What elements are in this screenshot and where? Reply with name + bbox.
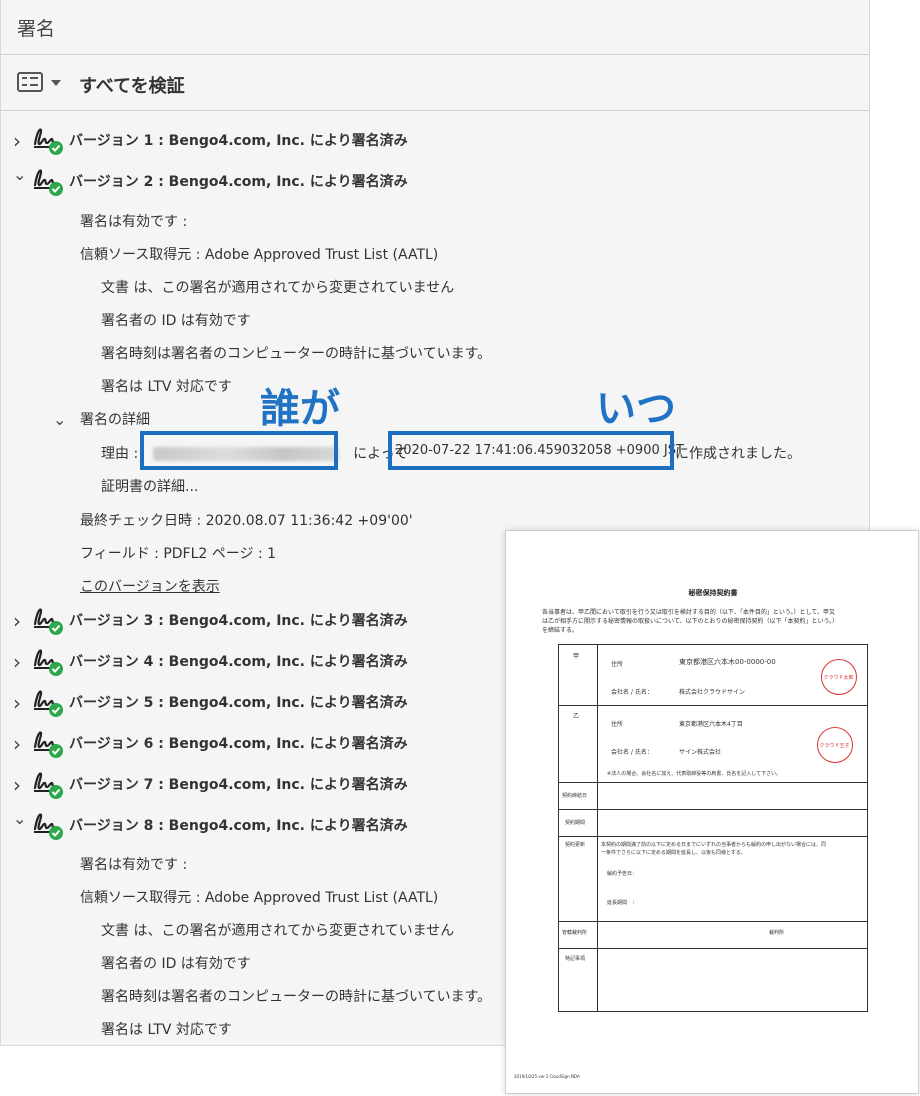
document-unchanged: 文書 は、この署名が適用されてから変更されていません [101,923,455,939]
chevron-right-icon[interactable]: › [13,650,21,674]
certificate-details-link[interactable]: 証明書の詳細... [101,476,198,496]
version-row[interactable]: ⌄ バージョン 2 : Bengo4.com, Inc. により署名済み [1,165,869,197]
chevron-right-icon[interactable]: › [13,773,21,797]
version-label: バージョン 6 : Bengo4.com, Inc. により署名済み [69,736,408,752]
address-label: 住所 [611,661,624,668]
party-b-company: サイン株式会社 [679,749,722,756]
document-preview: 秘密保持契約書 各当事者は、甲乙間において取引を行う又は取引を検討する目的（以下… [505,530,919,1094]
renewal-text: 一条件でさらに以下に定める期間を延長し、以後も同様とする。 [601,850,746,856]
party-a-label: 甲 [573,653,580,660]
contract-date-label: 契約締結日 [562,793,588,799]
signature-valid-icon [33,772,63,799]
panel-title: 署名 [17,18,56,40]
version-label: バージョン 2 : Bengo4.com, Inc. により署名済み [69,174,408,190]
trust-source: 信頼ソース取得元 : Adobe Approved Trust List (AA… [80,247,439,263]
signature-details-toggle[interactable]: 署名の詳細 [80,409,150,429]
document-title: 秘密保持契約書 [688,589,738,597]
version-label: バージョン 7 : Bengo4.com, Inc. により署名済み [69,777,408,793]
signature-valid-icon [33,690,63,717]
document-intro: は乙が相手方に開示する秘密情報の取扱いについて、以下のとおりの秘密保持契約（以下… [542,618,839,625]
ltv-enabled: 署名は LTV 対応です [101,379,232,395]
party-b-label: 乙 [573,713,580,720]
renewal-notice: 解約予告日： [607,871,638,877]
party-note: ※法人の場合、会社名に加え、代表取締役等の肩書、氏名を記入して下さい。 [607,771,782,777]
company-label: 会社名 / 氏名： [611,689,653,696]
document-unchanged: 文書 は、この署名が適用されてから変更されていません [101,280,455,296]
field-page: フィールド : PDFL2 ページ : 1 [80,546,277,562]
signature-valid-icon [33,731,63,758]
signature-valid: 署名は有効です : [80,214,188,230]
signer-id-valid: 署名者の ID は有効です [101,956,251,972]
stamp-b: クラウド五子 [817,727,853,763]
signature-valid-icon [33,169,63,196]
signature-valid-icon [33,608,63,635]
signature-valid-icon [33,128,63,155]
renewal-text: 本契約の期間満了前の以下に定める日までにいずれの当事者からも解約の申し出がない場… [601,842,827,848]
contract-period-label: 契約期間 [565,820,586,826]
reason-label: 理由 : [101,446,139,462]
who-highlight-box [140,431,338,470]
signing-time-basis: 署名時刻は署名者のコンピューターの時計に基づいています。 [101,989,492,1005]
signature-valid: 署名は有効です : [80,857,188,873]
version-label: バージョン 4 : Bengo4.com, Inc. により署名済み [69,654,408,670]
special-notes-label: 特記事項 [565,956,586,962]
signing-time-basis: 署名時刻は署名者のコンピューターの時計に基づいています。 [101,346,492,362]
chevron-right-icon[interactable]: › [13,691,21,715]
company-label: 会社名 / 氏名： [611,749,653,756]
document-footer: 2019/10/25 ver.1 CloudSign NDA [514,1074,580,1079]
version-label: バージョン 1 : Bengo4.com, Inc. により署名済み [69,133,408,149]
options-menu-icon[interactable] [17,72,43,92]
when-highlight-box [388,431,674,470]
chevron-down-icon[interactable]: ⌄ [13,165,26,184]
party-a-address: 東京都港区六本木00-0000-00 [679,658,776,666]
when-annotation: いつ [596,386,676,432]
stamp-a: クラウド太郎 [821,659,857,695]
version-label: バージョン 8 : Bengo4.com, Inc. により署名済み [69,818,408,834]
last-checked: 最終チェック日時 : 2020.08.07 11:36:42 +09'00' [80,513,413,529]
signature-valid-icon [33,813,63,840]
ltv-enabled: 署名は LTV 対応です [101,1022,232,1038]
who-annotation: 誰が [260,386,340,432]
chevron-down-icon[interactable]: ⌄ [13,809,26,828]
document-intro: 各当事者は、甲乙間において取引を行う又は取引を検討する目的（以下、「本件目的」と… [542,609,835,616]
court-value: 裁判所 [769,930,785,936]
document-intro: を締結する。 [542,627,579,634]
contract-table: 甲 住所 東京都港区六本木00-0000-00 会社名 / 氏名： 株式会社クラ… [558,644,868,1012]
trust-source: 信頼ソース取得元 : Adobe Approved Trust List (AA… [80,890,439,906]
chevron-right-icon[interactable]: › [13,732,21,756]
address-label: 住所 [611,721,624,728]
signer-id-valid: 署名者の ID は有効です [101,313,251,329]
auto-renewal-label: 契約更新 [565,842,586,848]
signature-valid-icon [33,649,63,676]
chevron-right-icon[interactable]: › [13,129,21,153]
renewal-period: 延長期間 ： [607,900,638,906]
version-row[interactable]: › バージョン 1 : Bengo4.com, Inc. により署名済み [1,128,869,156]
party-b-address: 東京都港区六本木4丁目 [679,721,743,728]
court-label: 管轄裁判所 [562,930,588,936]
chevron-down-icon[interactable]: ⌄ [53,410,66,429]
chevron-down-icon[interactable] [51,80,61,86]
divider [1,54,869,55]
version-label: バージョン 3 : Bengo4.com, Inc. により署名済み [69,613,408,629]
divider [1,110,869,111]
show-version-link[interactable]: このバージョンを表示 [80,576,220,596]
version-label: バージョン 5 : Bengo4.com, Inc. により署名済み [69,695,408,711]
party-a-company: 株式会社クラウドサイン [679,689,746,696]
verify-all-button[interactable]: すべてを検証 [79,72,185,98]
reason-created: に作成されました。 [675,446,801,462]
chevron-right-icon[interactable]: › [13,609,21,633]
